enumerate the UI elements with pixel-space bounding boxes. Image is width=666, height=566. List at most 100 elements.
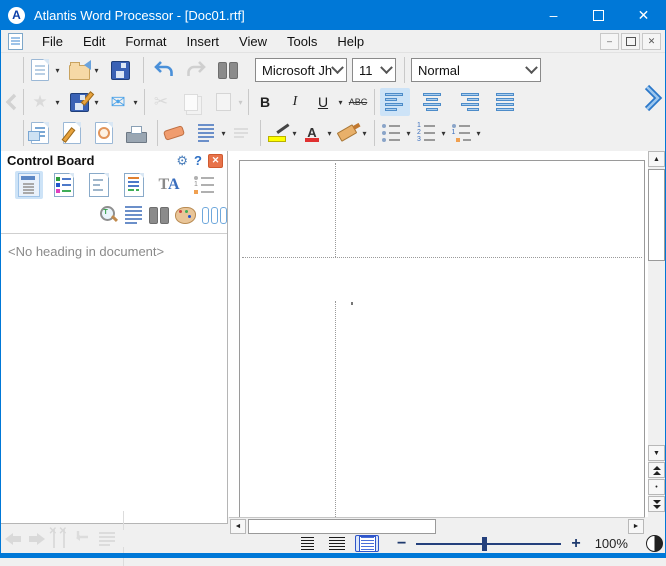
- next-page-button[interactable]: [648, 496, 665, 512]
- go-forward-button[interactable]: [29, 533, 45, 545]
- new-document-dropdown[interactable]: ▾: [53, 66, 62, 75]
- page-setup-button[interactable]: [59, 119, 85, 147]
- save-button[interactable]: [107, 56, 133, 84]
- font-color-dropdown[interactable]: ▾: [325, 129, 334, 138]
- headings-tab[interactable]: [15, 171, 43, 199]
- print-button[interactable]: [123, 119, 149, 147]
- justify-button[interactable]: [491, 88, 521, 116]
- eraser-button[interactable]: [161, 119, 187, 147]
- menu-help[interactable]: Help: [327, 32, 374, 51]
- zoom-out-button[interactable]: −: [397, 535, 406, 553]
- fields-tab[interactable]: [85, 171, 113, 199]
- undo-button[interactable]: [151, 56, 177, 84]
- colors-tab[interactable]: [175, 201, 196, 229]
- format-painter-button[interactable]: [334, 119, 360, 147]
- gear-icon[interactable]: ⚙: [176, 153, 188, 169]
- italic-button[interactable]: I: [282, 88, 308, 116]
- menu-format[interactable]: Format: [115, 32, 176, 51]
- paragraph-formatting-button[interactable]: [193, 119, 219, 147]
- horizontal-scrollbar[interactable]: ◄ ►: [229, 517, 645, 535]
- go-back-button[interactable]: [5, 533, 21, 545]
- cut-button[interactable]: ✂: [148, 88, 174, 116]
- style-combobox[interactable]: Normal: [411, 58, 541, 82]
- proofing-button[interactable]: [228, 119, 254, 147]
- list-view-button[interactable]: [99, 532, 115, 546]
- scroll-up-button[interactable]: ▲: [648, 151, 665, 167]
- scroll-down-button[interactable]: ▼: [648, 445, 665, 461]
- paste-dropdown[interactable]: ▾: [236, 98, 245, 107]
- page-layout-view-button[interactable]: [355, 535, 379, 552]
- email-button[interactable]: ✉: [105, 88, 131, 116]
- menu-insert[interactable]: Insert: [177, 32, 230, 51]
- menu-file[interactable]: File: [32, 32, 73, 51]
- remove-marker-button[interactable]: ✕: [53, 530, 55, 548]
- favorites-button[interactable]: ★: [27, 88, 53, 116]
- online-view-button[interactable]: [325, 535, 349, 552]
- multilevel-list-button[interactable]: 1: [448, 119, 474, 147]
- open-button[interactable]: [66, 56, 92, 84]
- outline-tab[interactable]: 1: [190, 171, 218, 199]
- align-right-button[interactable]: [454, 88, 484, 116]
- minimize-button[interactable]: –: [531, 0, 576, 30]
- paragraph-tab[interactable]: [124, 201, 143, 229]
- menu-tools[interactable]: Tools: [277, 32, 327, 51]
- underline-button[interactable]: U: [310, 88, 336, 116]
- clips-tab[interactable]: [202, 201, 227, 229]
- scroll-left-button[interactable]: ◄: [230, 519, 246, 534]
- underline-dropdown[interactable]: ▾: [336, 98, 345, 107]
- zoom-slider-thumb[interactable]: [482, 537, 487, 551]
- print-preview-button[interactable]: [91, 119, 117, 147]
- close-button[interactable]: ✕: [621, 0, 666, 30]
- bullet-list-dropdown[interactable]: ▾: [404, 129, 413, 138]
- menu-view[interactable]: View: [229, 32, 277, 51]
- align-center-button[interactable]: [417, 88, 447, 116]
- contrast-toggle-icon[interactable]: [646, 535, 663, 552]
- scroll-right-button[interactable]: ►: [628, 519, 644, 534]
- zoom-tool-tab[interactable]: T: [99, 201, 118, 229]
- vertical-scrollbar-thumb[interactable]: [648, 169, 665, 261]
- vertical-scrollbar[interactable]: ▲ ▼ •: [648, 151, 665, 517]
- multilevel-list-dropdown[interactable]: ▾: [474, 129, 483, 138]
- styles-tab[interactable]: [120, 171, 148, 199]
- control-board-close-button[interactable]: ✕: [208, 154, 223, 168]
- collapse-toolbars-button[interactable]: [2, 88, 20, 116]
- expand-toolbars-button[interactable]: [641, 84, 663, 117]
- open-dropdown[interactable]: ▾: [92, 66, 101, 75]
- copy-button[interactable]: [178, 88, 204, 116]
- bold-button[interactable]: B: [252, 88, 278, 116]
- favorites-dropdown[interactable]: ▾: [53, 98, 62, 107]
- select-browse-object-button[interactable]: •: [648, 479, 665, 495]
- highlight-button[interactable]: [264, 119, 290, 147]
- help-icon[interactable]: ?: [194, 153, 202, 168]
- find-button[interactable]: [215, 56, 241, 84]
- document-system-icon[interactable]: [8, 33, 23, 50]
- mdi-restore-button[interactable]: [621, 33, 640, 50]
- font-color-button[interactable]: A: [299, 119, 325, 147]
- document-properties-button[interactable]: [27, 119, 53, 147]
- font-size-combobox[interactable]: 11: [352, 58, 396, 82]
- menu-edit[interactable]: Edit: [73, 32, 115, 51]
- save-special-dropdown[interactable]: ▾: [92, 98, 101, 107]
- paste-button[interactable]: [210, 88, 236, 116]
- zoom-in-button[interactable]: +: [571, 535, 580, 553]
- bullet-list-button[interactable]: [378, 119, 404, 147]
- draft-view-button[interactable]: [295, 535, 319, 552]
- font-name-combobox[interactable]: Microsoft Jh: [255, 58, 347, 82]
- remove-all-markers-button[interactable]: ✕: [63, 530, 65, 548]
- numbered-list-dropdown[interactable]: ▾: [439, 129, 448, 138]
- horizontal-scrollbar-thumb[interactable]: [248, 519, 436, 534]
- search-tab[interactable]: [149, 201, 169, 229]
- paragraph-formatting-dropdown[interactable]: ▾: [219, 129, 228, 138]
- numbered-list-button[interactable]: 1 2 3: [413, 119, 439, 147]
- document-page[interactable]: [239, 160, 645, 517]
- strikethrough-button[interactable]: ABC: [345, 88, 371, 116]
- fonts-tab[interactable]: TA: [155, 171, 183, 199]
- save-special-button[interactable]: [66, 88, 92, 116]
- mdi-minimize-button[interactable]: –: [600, 33, 619, 50]
- previous-page-button[interactable]: [648, 462, 665, 478]
- new-document-button[interactable]: [27, 56, 53, 84]
- return-to-edit-button[interactable]: [73, 528, 91, 549]
- format-painter-dropdown[interactable]: ▾: [360, 129, 369, 138]
- mdi-close-button[interactable]: ✕: [642, 33, 661, 50]
- bookmarks-tab[interactable]: [50, 171, 78, 199]
